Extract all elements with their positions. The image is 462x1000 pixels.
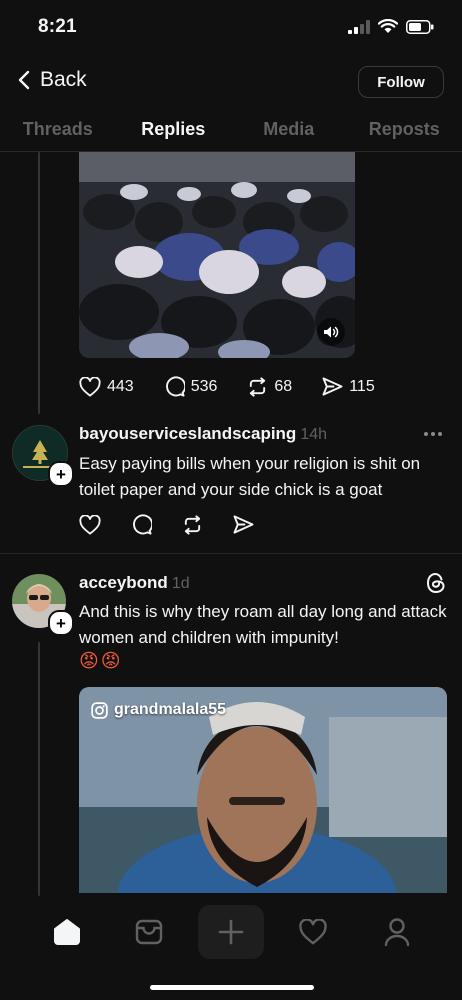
nav-activity[interactable] bbox=[292, 916, 334, 948]
thread-line bbox=[38, 152, 40, 414]
profile-tabs: Threads Replies Media Reposts bbox=[0, 110, 462, 150]
inbox-icon bbox=[135, 919, 163, 945]
home-icon bbox=[54, 919, 80, 945]
comment-icon[interactable] bbox=[131, 514, 152, 535]
plus-icon bbox=[218, 919, 244, 945]
comment-count: 536 bbox=[190, 377, 218, 395]
comment-button[interactable]: 536 bbox=[164, 376, 218, 397]
reply-username[interactable]: acceybond bbox=[79, 573, 168, 592]
instagram-watermark: grandmalala55 bbox=[91, 701, 226, 719]
video-thumbnail bbox=[79, 152, 355, 358]
like-button[interactable]: 443 bbox=[79, 376, 134, 397]
share-count: 115 bbox=[349, 377, 375, 395]
tab-replies[interactable]: Replies bbox=[116, 110, 232, 150]
follow-plus-icon[interactable]: + bbox=[48, 610, 74, 636]
reply-header: acceybond 1d bbox=[79, 573, 190, 593]
nav-profile[interactable] bbox=[376, 916, 418, 948]
home-indicator bbox=[150, 985, 314, 990]
repost-count: 68 bbox=[274, 377, 293, 395]
speaker-icon bbox=[324, 326, 339, 338]
like-count: 443 bbox=[107, 377, 134, 395]
tab-threads[interactable]: Threads bbox=[0, 110, 116, 150]
reply-header: bayouserviceslandscaping 14h bbox=[79, 424, 327, 444]
post-video[interactable] bbox=[79, 152, 355, 358]
nav-inbox[interactable] bbox=[128, 916, 170, 948]
follow-plus-icon[interactable]: + bbox=[48, 461, 74, 487]
reply-actions bbox=[79, 514, 254, 535]
volume-button[interactable] bbox=[317, 318, 345, 346]
reply-emojis: 😡😡 bbox=[79, 650, 123, 672]
status-time: 8:21 bbox=[38, 16, 77, 37]
status-icons bbox=[348, 19, 434, 34]
reply-text: And this is why they roam all day long a… bbox=[79, 602, 447, 647]
post-image[interactable]: grandmalala55 bbox=[79, 687, 447, 893]
thread-line bbox=[38, 642, 40, 896]
nav-home[interactable] bbox=[46, 916, 88, 948]
nav-create[interactable] bbox=[198, 905, 264, 959]
heart-icon bbox=[79, 376, 101, 397]
instagram-icon bbox=[91, 701, 108, 719]
repost-icon bbox=[250, 376, 266, 397]
post-divider bbox=[0, 553, 462, 554]
signal-icon bbox=[348, 19, 370, 34]
follow-button[interactable]: Follow bbox=[358, 66, 444, 98]
reply-timestamp: 14h bbox=[300, 426, 328, 443]
tab-reposts[interactable]: Reposts bbox=[347, 110, 462, 150]
wifi-icon bbox=[378, 19, 398, 33]
reply-timestamp: 1d bbox=[171, 575, 190, 592]
heart-icon[interactable] bbox=[79, 514, 101, 535]
repost-icon[interactable] bbox=[182, 514, 203, 535]
heart-icon bbox=[299, 919, 327, 945]
battery-icon bbox=[406, 19, 434, 34]
share-button[interactable]: 115 bbox=[322, 377, 375, 396]
tab-media[interactable]: Media bbox=[231, 110, 347, 150]
more-options-icon[interactable] bbox=[424, 432, 442, 436]
repost-button[interactable]: 68 bbox=[247, 376, 293, 397]
reply-username[interactable]: bayouserviceslandscaping bbox=[79, 424, 296, 443]
post-actions: 443 536 68 115 bbox=[79, 376, 375, 397]
send-icon bbox=[322, 377, 343, 396]
comment-icon bbox=[165, 376, 185, 397]
back-label: Back bbox=[40, 68, 87, 91]
threads-logo-icon[interactable] bbox=[426, 572, 446, 599]
send-icon[interactable] bbox=[233, 515, 254, 534]
back-button[interactable]: Back bbox=[18, 68, 87, 92]
profile-icon bbox=[384, 918, 410, 947]
chevron-left-icon bbox=[18, 70, 30, 90]
watermark-handle: grandmalala55 bbox=[114, 701, 227, 718]
reply-text: Easy paying bills when your religion is … bbox=[79, 454, 421, 499]
